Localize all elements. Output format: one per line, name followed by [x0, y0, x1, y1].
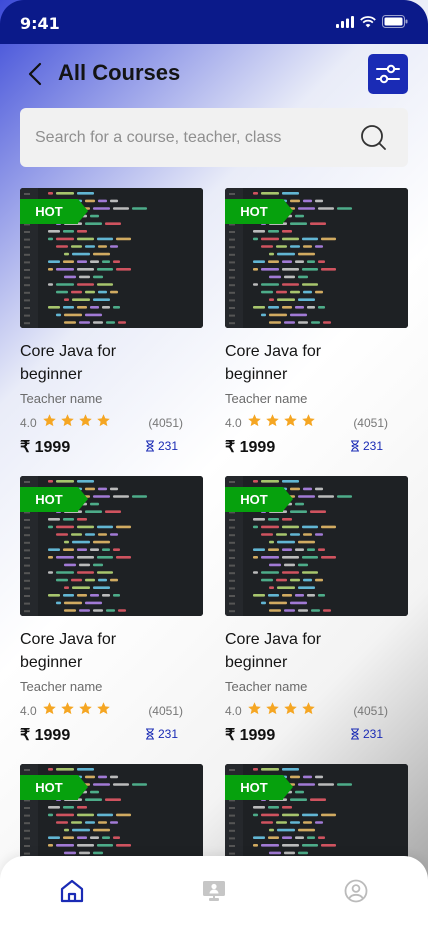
star-icon: [284, 702, 297, 715]
star-icon: [248, 702, 261, 715]
rating-stars: [42, 701, 111, 716]
enrolled-value: 231: [157, 727, 178, 741]
review-count: (4051): [353, 704, 388, 718]
course-price: ₹ 1999: [20, 727, 71, 744]
rating-row: 4.0 (4051): [20, 702, 203, 720]
signal-icon: [336, 15, 354, 28]
search-icon[interactable]: [360, 124, 388, 152]
battery-icon: [382, 15, 408, 28]
course-title: Core Java for beginner: [20, 631, 117, 671]
course-price: ₹ 1999: [225, 439, 276, 456]
rating-value: 4.0: [225, 416, 242, 430]
course-price: ₹ 1999: [225, 727, 276, 744]
enrolled-count: 231: [145, 439, 178, 453]
sliders-icon: [376, 64, 400, 84]
star-icon: [97, 414, 110, 427]
star-icon: [248, 414, 261, 427]
rating-value: 4.0: [20, 704, 37, 718]
star-icon: [302, 702, 315, 715]
course-price: ₹ 1999: [20, 439, 71, 456]
rating-row: 4.0 (4051): [225, 702, 408, 720]
star-icon: [43, 414, 56, 427]
hourglass-icon: [145, 440, 154, 452]
star-icon: [61, 702, 74, 715]
page-title: All Courses: [58, 60, 181, 85]
course-thumbnail[interactable]: HOT: [20, 476, 203, 616]
status-time: 9:41: [20, 14, 60, 33]
enrolled-count: 231: [350, 439, 383, 453]
classroom-icon[interactable]: [201, 878, 227, 904]
filter-button[interactable]: [368, 54, 408, 94]
hot-badge: HOT: [20, 775, 88, 800]
course-title: Core Java for beginner: [20, 343, 117, 383]
hot-badge: HOT: [225, 487, 293, 512]
teacher-name: Teacher name: [20, 391, 103, 406]
profile-icon[interactable]: [343, 878, 369, 904]
price-row: ₹ 1999 231: [225, 725, 408, 747]
star-icon: [284, 414, 297, 427]
status-bar: 9:41: [0, 0, 428, 44]
rating-row: 4.0 (4051): [20, 414, 203, 432]
price-row: ₹ 1999 231: [20, 725, 203, 747]
teacher-name: Teacher name: [225, 391, 308, 406]
course-thumbnail[interactable]: HOT: [225, 476, 408, 616]
course-card[interactable]: HOT Core Java for beginner Teacher name 4.0…: [20, 188, 203, 459]
hourglass-icon: [350, 728, 359, 740]
course-thumbnail[interactable]: HOT: [225, 188, 408, 328]
price-row: ₹ 1999 231: [20, 437, 203, 459]
page-header: All Courses: [0, 44, 428, 104]
rating-value: 4.0: [20, 416, 37, 430]
star-icon: [302, 414, 315, 427]
enrolled-value: 231: [362, 727, 383, 741]
review-count: (4051): [353, 416, 388, 430]
bottom-nav: [0, 856, 428, 926]
course-card[interactable]: HOT Core Java for beginner Teacher name 4.0…: [20, 476, 203, 747]
rating-value: 4.0: [225, 704, 242, 718]
back-arrow-icon[interactable]: [24, 60, 48, 88]
price-row: ₹ 1999 231: [225, 437, 408, 459]
review-count: (4051): [148, 416, 183, 430]
review-count: (4051): [148, 704, 183, 718]
wifi-icon: [360, 15, 376, 27]
search-bar: [20, 108, 408, 167]
teacher-name: Teacher name: [20, 679, 103, 694]
home-icon[interactable]: [59, 878, 85, 904]
star-icon: [97, 702, 110, 715]
enrolled-value: 231: [362, 439, 383, 453]
course-card[interactable]: HOT Core Java for beginner Teacher name 4.0…: [225, 476, 408, 747]
hot-badge: HOT: [225, 199, 293, 224]
enrolled-count: 231: [145, 727, 178, 741]
hot-badge: HOT: [225, 775, 293, 800]
rating-row: 4.0 (4051): [225, 414, 408, 432]
app-screen: 9:41 All Courses Search for a course, te…: [0, 0, 428, 926]
hot-badge: HOT: [20, 487, 88, 512]
hourglass-icon: [350, 440, 359, 452]
course-title: Core Java for beginner: [225, 343, 322, 383]
hot-badge: HOT: [20, 199, 88, 224]
search-input[interactable]: [35, 108, 355, 167]
star-icon: [266, 702, 279, 715]
enrolled-count: 231: [350, 727, 383, 741]
hourglass-icon: [145, 728, 154, 740]
teacher-name: Teacher name: [225, 679, 308, 694]
star-icon: [43, 702, 56, 715]
course-card[interactable]: HOT Core Java for beginner Teacher name 4.0…: [225, 188, 408, 459]
rating-stars: [247, 701, 316, 716]
star-icon: [266, 414, 279, 427]
star-icon: [79, 414, 92, 427]
rating-stars: [42, 413, 111, 428]
course-title: Core Java for beginner: [225, 631, 322, 671]
star-icon: [61, 414, 74, 427]
course-thumbnail[interactable]: HOT: [20, 188, 203, 328]
rating-stars: [247, 413, 316, 428]
status-icons: [336, 15, 408, 28]
enrolled-value: 231: [157, 439, 178, 453]
star-icon: [79, 702, 92, 715]
